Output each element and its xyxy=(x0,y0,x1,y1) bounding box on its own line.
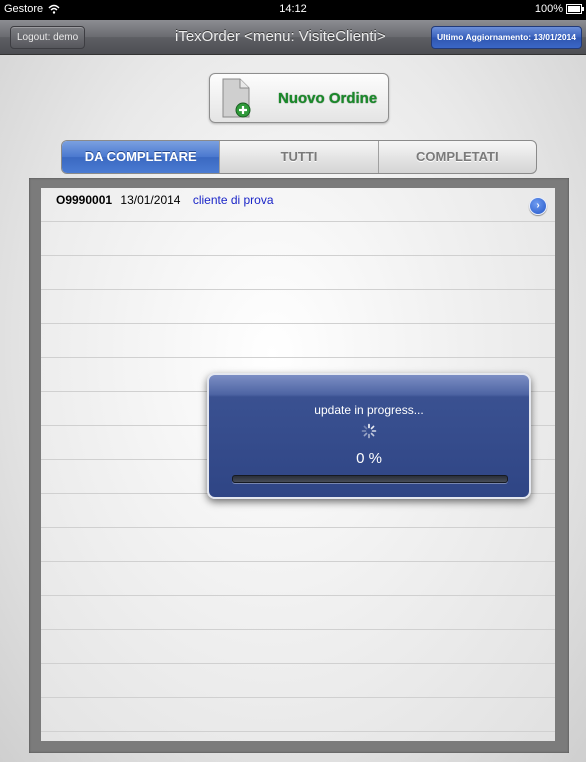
new-order-button[interactable]: Nuovo Ordine xyxy=(209,73,389,123)
disclosure-arrow-icon[interactable]: › xyxy=(529,197,547,215)
empty-table-row xyxy=(41,698,555,732)
empty-table-row xyxy=(41,562,555,596)
progress-dialog: update in progress... 0 % xyxy=(207,373,531,499)
last-update-button[interactable]: Ultimo Aggiornamento: 13/01/2014 xyxy=(430,26,582,49)
page-title: iTexOrder <menu: VisiteClienti> xyxy=(175,28,386,45)
status-time: 14:12 xyxy=(279,3,307,15)
logout-button[interactable]: Logout: demo xyxy=(10,26,86,49)
empty-table-row xyxy=(41,596,555,630)
battery-percent: 100% xyxy=(534,3,563,15)
tab-completati[interactable]: COMPLETATI xyxy=(377,141,536,173)
order-client: cliente di prova xyxy=(192,193,274,207)
document-add-icon xyxy=(222,78,251,118)
tab-da-completare[interactable]: DA COMPLETARE xyxy=(62,141,220,173)
spinner-icon xyxy=(361,423,377,439)
new-order-label: Nuovo Ordine xyxy=(278,90,378,107)
empty-table-row xyxy=(41,528,555,562)
order-filter-tabs: DA COMPLETARE TUTTI COMPLETATI xyxy=(61,140,537,174)
status-right: 100% xyxy=(534,3,584,15)
empty-table-row xyxy=(41,494,555,528)
table-row[interactable]: O9990001 13/01/2014 cliente di prova › xyxy=(41,188,555,222)
order-code: O9990001 xyxy=(56,193,113,207)
battery-icon xyxy=(566,4,584,14)
tab-tutti[interactable]: TUTTI xyxy=(219,141,377,173)
progress-bar xyxy=(232,475,508,483)
empty-table-row xyxy=(41,290,555,324)
order-date: 13/01/2014 xyxy=(120,193,181,207)
empty-table-row xyxy=(41,324,555,358)
progress-percent: 0 % xyxy=(356,450,382,467)
status-bar: Gestore 14:12 100% xyxy=(0,0,586,20)
order-row-text: O9990001 13/01/2014 cliente di prova xyxy=(56,193,274,207)
empty-table-row xyxy=(41,222,555,256)
empty-table-row xyxy=(41,732,555,741)
empty-table-row xyxy=(41,664,555,698)
empty-table-row xyxy=(41,630,555,664)
nav-bar: Logout: demo iTexOrder <menu: VisiteClie… xyxy=(0,20,586,55)
progress-title: update in progress... xyxy=(314,403,424,417)
empty-table-row xyxy=(41,256,555,290)
